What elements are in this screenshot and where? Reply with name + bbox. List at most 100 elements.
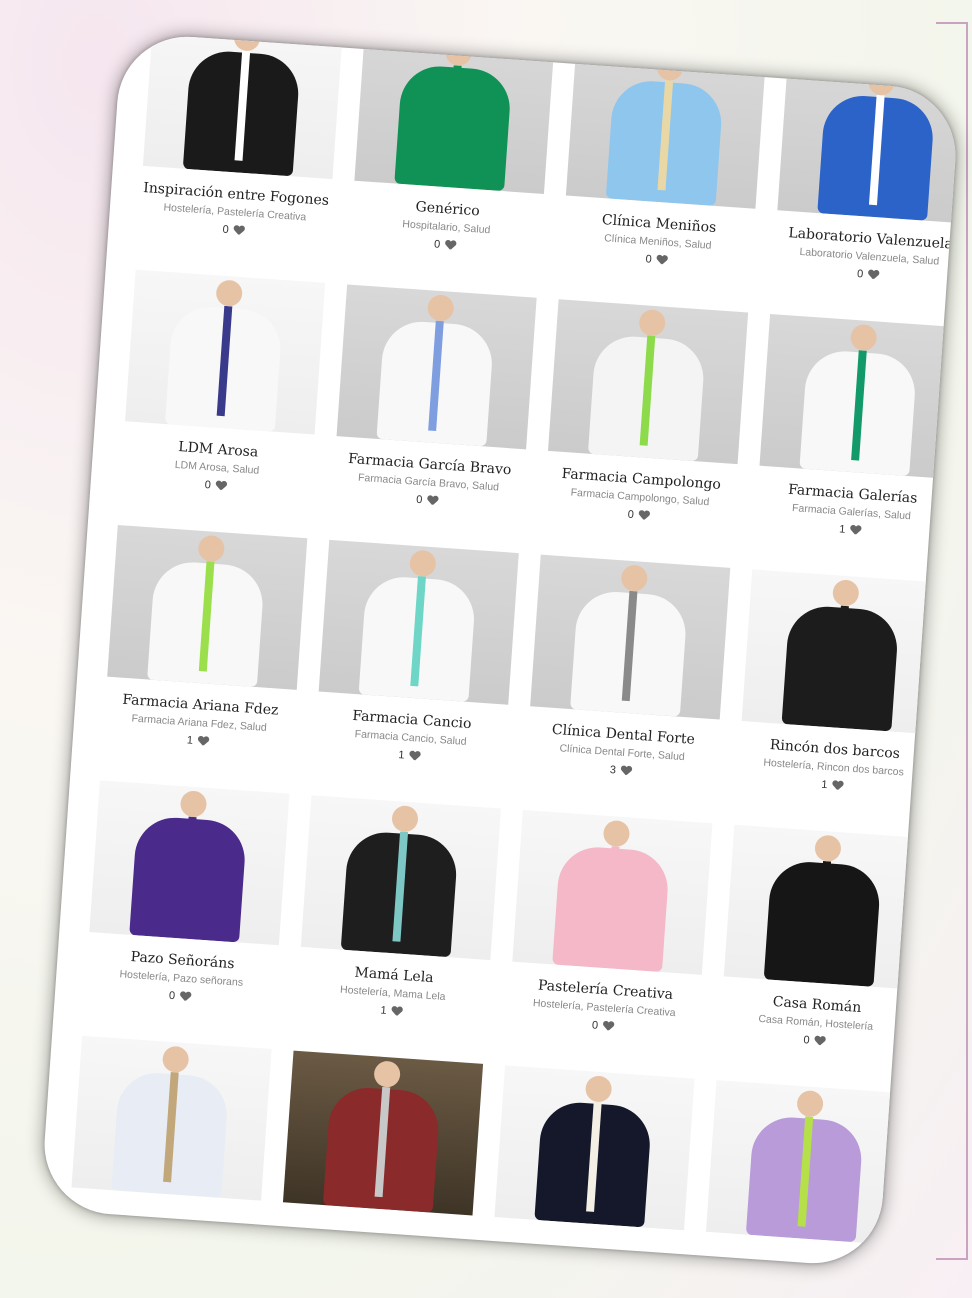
like-counter[interactable]: 0	[416, 494, 439, 508]
like-count: 0	[591, 1019, 599, 1032]
like-counter[interactable]: 0	[592, 1019, 615, 1033]
portfolio-item[interactable]: Casa Román Casa Román, Hostelería 0	[717, 824, 924, 1090]
portfolio-item[interactable]: Pazo Señoráns Hostelería, Pazo señorans …	[82, 780, 290, 1045]
like-counter[interactable]: 1	[398, 749, 421, 763]
like-count: 1	[820, 778, 828, 792]
heart-icon[interactable]	[832, 781, 844, 792]
like-count: 1	[380, 1004, 388, 1017]
portfolio-item[interactable]: Rincón dos barcos Hostelería, Rincon dos…	[735, 569, 942, 834]
portfolio-item[interactable]: Pastelería Creativa Hostelería, Pasteler…	[505, 809, 713, 1075]
like-counter[interactable]: 1	[186, 734, 209, 748]
like-count: 0	[645, 253, 653, 266]
portfolio-item[interactable]: Clínica Meniños Clínica Meniños, Salud 0	[559, 43, 767, 309]
product-photo[interactable]	[494, 1065, 695, 1231]
product-photo[interactable]	[548, 299, 749, 465]
like-counter[interactable]: 0	[627, 509, 650, 523]
portfolio-item[interactable]: LDM Arosa LDM Arosa, Salud 0	[118, 269, 326, 535]
product-photo[interactable]	[354, 32, 555, 194]
portfolio-item[interactable]	[276, 1050, 484, 1268]
heart-icon[interactable]	[409, 751, 421, 762]
product-photo[interactable]	[282, 1050, 484, 1216]
model-head	[233, 32, 261, 52]
model-head	[179, 790, 208, 818]
item-title[interactable]: Pazo Señoráns	[130, 949, 235, 972]
heart-icon[interactable]	[638, 510, 650, 521]
item-title[interactable]: Mamá Lela	[354, 965, 434, 986]
model-head	[638, 308, 667, 337]
product-photo[interactable]	[705, 1080, 907, 1246]
product-photo[interactable]	[125, 269, 326, 435]
portfolio-item[interactable]: Genérico Hospitalario, Salud 0	[347, 32, 555, 294]
item-categories[interactable]: LDM Arosa, Salud	[174, 459, 259, 477]
product-photo[interactable]	[777, 58, 961, 224]
portfolio-item[interactable]	[699, 1080, 907, 1268]
portfolio-item[interactable]: Farmacia Ariana Fdez Farmacia Ariana Fde…	[100, 525, 308, 790]
portfolio-item[interactable]: Mamá Lela Hostelería, Mama Lela 1	[294, 795, 501, 1060]
frame-line-top	[936, 22, 968, 24]
product-photo[interactable]	[89, 780, 290, 946]
heart-icon[interactable]	[198, 736, 210, 747]
like-count: 0	[168, 989, 176, 1003]
item-title[interactable]: Genérico	[415, 199, 480, 219]
like-counter[interactable]: 3	[609, 764, 632, 778]
product-photo[interactable]	[759, 314, 960, 479]
portfolio-item[interactable]: Clínica Dental Forte Clínica Dental Fort…	[523, 554, 731, 820]
product-photo[interactable]	[107, 525, 308, 690]
product-photo[interactable]	[300, 795, 501, 961]
like-counter[interactable]: 1	[839, 523, 862, 537]
portfolio-item[interactable]: Farmacia Galerías Farmacia Galerías, Sal…	[753, 314, 960, 579]
like-counter[interactable]: 0	[204, 479, 227, 493]
heart-icon[interactable]	[850, 525, 862, 536]
model-head	[215, 279, 244, 308]
item-categories[interactable]: Casa Román, Hostelería	[758, 1013, 874, 1033]
product-photo[interactable]	[565, 43, 767, 209]
like-count: 1	[397, 749, 405, 762]
item-title[interactable]: LDM Arosa	[178, 439, 259, 461]
model-head	[408, 549, 437, 578]
portfolio-card: Inspiración entre Fogones Hostelería, Pa…	[39, 32, 961, 1268]
like-count: 0	[222, 223, 230, 237]
like-counter[interactable]: 0	[169, 990, 192, 1004]
like-counter[interactable]: 1	[380, 1005, 403, 1019]
portfolio-item[interactable]	[487, 1065, 695, 1267]
heart-icon[interactable]	[603, 1021, 615, 1032]
product-photo[interactable]	[142, 32, 344, 180]
heart-icon[interactable]	[868, 270, 880, 281]
portfolio-item[interactable]: Inspiración entre Fogones Hostelería, Pa…	[136, 32, 344, 279]
portfolio-item[interactable]	[64, 1035, 272, 1268]
like-counter[interactable]: 0	[222, 224, 245, 238]
product-photo[interactable]	[512, 809, 713, 975]
portfolio-item[interactable]: Farmacia Cancio Farmacia Cancio, Salud 1	[312, 539, 519, 805]
model-head	[656, 53, 684, 82]
product-photo[interactable]	[741, 569, 942, 735]
heart-icon[interactable]	[215, 481, 227, 492]
heart-icon[interactable]	[233, 225, 245, 236]
heart-icon[interactable]	[656, 255, 668, 266]
like-counter[interactable]: 0	[645, 253, 668, 267]
item-categories[interactable]: Hospitalario, Salud	[402, 218, 491, 236]
portfolio-item[interactable]: Farmacia García Bravo Farmacia García Br…	[330, 284, 537, 549]
like-counter[interactable]: 0	[857, 268, 880, 282]
model-head	[584, 1075, 613, 1103]
heart-icon[interactable]	[814, 1036, 826, 1047]
like-counter[interactable]: 0	[803, 1034, 826, 1048]
heart-icon[interactable]	[621, 766, 633, 777]
product-photo[interactable]	[336, 284, 537, 450]
product-photo[interactable]	[723, 824, 924, 990]
item-categories[interactable]: Clínica Meniños, Salud	[604, 232, 712, 251]
portfolio-item[interactable]: Laboratorio Valenzuela Laboratorio Valen…	[770, 58, 961, 324]
portfolio-item[interactable]: Farmacia Campolongo Farmacia Campolongo,…	[541, 299, 749, 564]
like-counter[interactable]: 0	[434, 238, 457, 252]
item-categories[interactable]: Hostelería, Mama Lela	[340, 984, 446, 1003]
heart-icon[interactable]	[445, 240, 457, 251]
product-photo[interactable]	[530, 554, 731, 720]
item-categories[interactable]: Farmacia Cancio, Salud	[354, 728, 467, 748]
model-head	[373, 1060, 402, 1089]
like-counter[interactable]: 1	[821, 779, 844, 793]
product-photo[interactable]	[71, 1035, 272, 1201]
heart-icon[interactable]	[427, 496, 439, 507]
product-photo[interactable]	[318, 539, 519, 705]
heart-icon[interactable]	[391, 1006, 403, 1017]
heart-icon[interactable]	[180, 992, 192, 1003]
item-title[interactable]: Casa Román	[772, 994, 862, 1016]
